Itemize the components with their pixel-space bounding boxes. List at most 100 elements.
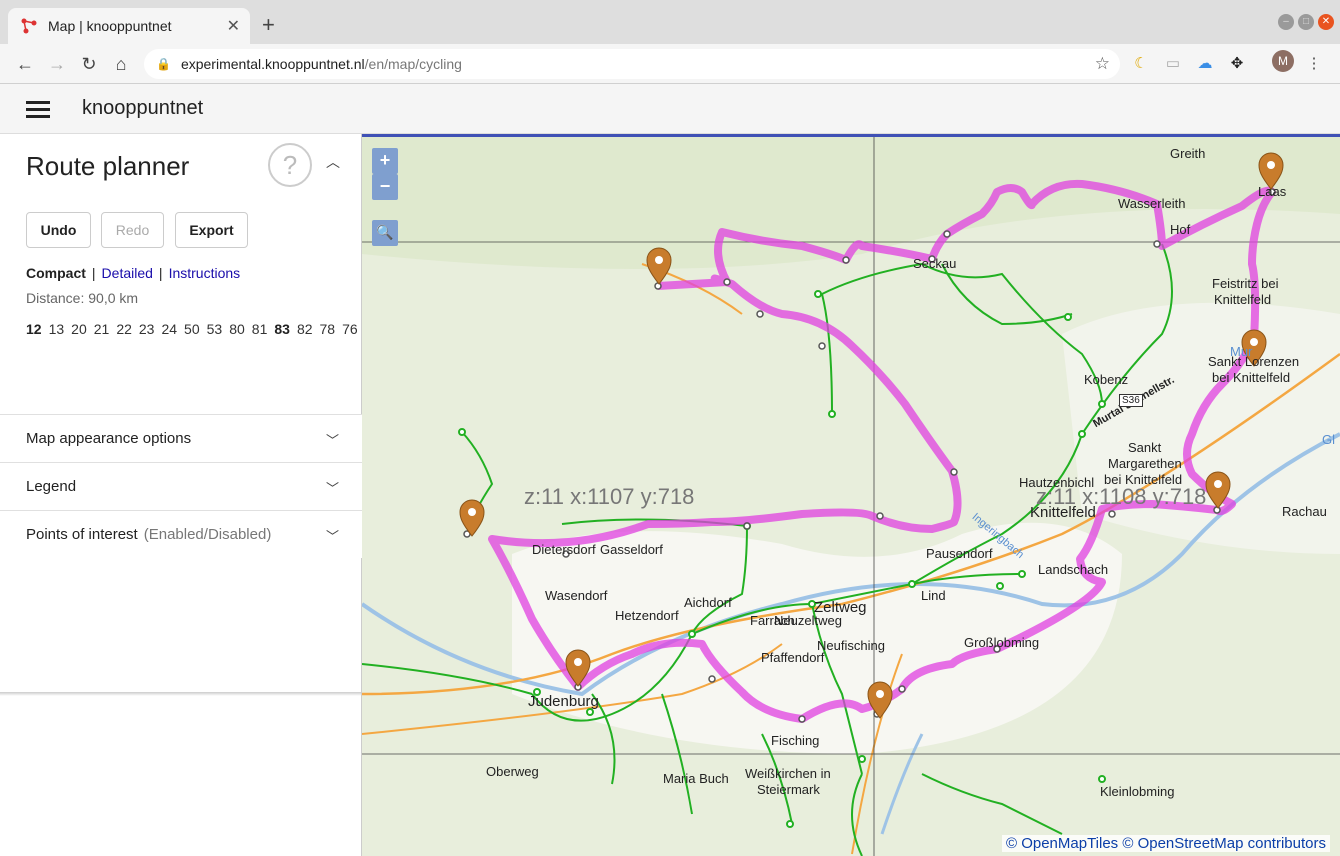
undo-button[interactable]: Undo xyxy=(26,212,91,248)
app-title[interactable]: knooppuntnet xyxy=(82,97,203,120)
compact-view-link[interactable]: Compact xyxy=(26,265,86,281)
lock-icon: 🔒 xyxy=(156,57,171,71)
place-label: Sankt Lorenzen xyxy=(1208,354,1300,369)
road-shield: S36 xyxy=(1119,394,1143,407)
browser-toolbar: ← → ↻ ⌂ 🔒 experimental.knooppuntnet.nl/e… xyxy=(0,44,1340,84)
route-node-number: 53 xyxy=(206,321,223,337)
detailed-view-link[interactable]: Detailed xyxy=(102,265,153,281)
browser-tab[interactable]: Map | knooppuntnet ✕ xyxy=(8,8,250,44)
route-node-number: 80 xyxy=(229,321,245,337)
chevron-up-icon[interactable]: ︿ xyxy=(326,152,340,172)
place-label: Großlobming xyxy=(964,635,1040,650)
map-canvas[interactable]: + − 🔍 z:11 x:1107 y:718 z:11 x:1108 y:71… xyxy=(362,134,1340,856)
route-node-number: 23 xyxy=(138,321,155,337)
place-label: Greith xyxy=(1170,146,1206,161)
place-label: Seckau xyxy=(913,256,957,271)
instructions-view-link[interactable]: Instructions xyxy=(169,265,241,281)
browser-menu-icon[interactable]: ⋮ xyxy=(1304,54,1324,74)
route-node-number: 13 xyxy=(48,321,65,337)
route-node-number: 22 xyxy=(116,321,132,337)
route-node-number: 24 xyxy=(161,321,178,337)
route-node-number: 76 xyxy=(342,321,358,337)
new-tab-icon[interactable]: + xyxy=(262,12,275,38)
place-label: Wasendorf xyxy=(545,588,608,603)
place-label: Fisching xyxy=(771,733,820,748)
place-label: Dietersdorf xyxy=(532,542,596,557)
place-label: Hof xyxy=(1170,222,1191,237)
browser-titlebar: Map | knooppuntnet ✕ + – □ ✕ xyxy=(0,0,1340,44)
hamburger-menu-icon[interactable] xyxy=(26,101,50,119)
place-label: Gl xyxy=(1322,432,1335,447)
maximize-window-icon[interactable]: □ xyxy=(1298,14,1314,30)
redo-button[interactable]: Redo xyxy=(101,212,164,248)
tab-title: Map | knooppuntnet xyxy=(48,18,172,34)
chevron-down-icon: ﹀ xyxy=(326,529,340,544)
place-label: Steiermark xyxy=(757,782,820,797)
bookmark-star-icon[interactable]: ☆ xyxy=(1095,54,1110,74)
place-label: Feistritz bei xyxy=(1212,276,1279,291)
dark-extension-icon[interactable]: ✥ xyxy=(1227,54,1247,74)
zoom-out-button[interactable]: − xyxy=(372,174,398,200)
place-label: Hetzendorf xyxy=(615,608,679,623)
place-label: bei Knittelfeld xyxy=(1104,472,1183,487)
place-label: bei Knittelfeld xyxy=(1212,370,1291,385)
place-label: Hautzenbichl xyxy=(1019,475,1095,490)
place-label: Sankt xyxy=(1128,440,1162,455)
knooppuntnet-favicon-icon xyxy=(21,18,37,34)
route-node-number: 78 xyxy=(319,321,336,337)
plan-view-switch: Compact | Detailed | Instructions xyxy=(26,265,241,281)
chevron-down-icon: ﹀ xyxy=(326,481,340,496)
node-list: 1213202122232450538081838278767574706665… xyxy=(26,319,900,339)
close-window-icon[interactable]: ✕ xyxy=(1318,14,1334,30)
route-node-number: 12 xyxy=(26,321,42,337)
map-appearance-section[interactable]: Map appearance options ﹀ xyxy=(0,414,362,462)
reload-icon[interactable]: ↻ xyxy=(77,52,101,76)
route-distance: Distance: 90,0 km xyxy=(26,290,139,306)
route-planner-sidebar: Route planner ? ︿ Undo Redo Export Compa… xyxy=(0,134,900,856)
tab-close-icon[interactable]: ✕ xyxy=(227,16,240,36)
place-label: Neufisching xyxy=(817,638,885,653)
profile-avatar[interactable]: M xyxy=(1272,50,1294,72)
river-label: Mur xyxy=(1230,344,1253,359)
place-label: Pausendorf xyxy=(926,546,993,561)
app-header: knooppuntnet xyxy=(0,84,1340,134)
route-planner-title: Route planner xyxy=(26,151,190,181)
chevron-down-icon: ﹀ xyxy=(326,433,340,448)
minimize-window-icon[interactable]: – xyxy=(1278,14,1294,30)
place-label: Lind xyxy=(921,588,946,603)
forward-icon[interactable]: → xyxy=(45,52,69,76)
place-label: Landschach xyxy=(1038,562,1109,577)
route-node-number: 82 xyxy=(296,321,313,337)
place-label: Margarethen xyxy=(1108,456,1182,471)
route-node-number: 21 xyxy=(93,321,110,337)
place-label: Gasseldorf xyxy=(600,542,663,557)
route-node-number: 20 xyxy=(71,321,87,337)
url-text: experimental.knooppuntnet.nl/en/map/cycl… xyxy=(180,56,462,72)
place-label: Oberweg xyxy=(486,764,539,779)
night-mode-extension-icon[interactable]: ☾ xyxy=(1131,54,1151,74)
route-node-number: 83 xyxy=(274,321,290,337)
place-label: Neuzeltweg xyxy=(774,613,842,628)
route-node-number: 50 xyxy=(184,321,200,337)
home-icon[interactable]: ⌂ xyxy=(109,52,133,76)
address-bar[interactable]: 🔒 experimental.knooppuntnet.nl/en/map/cy… xyxy=(144,49,1120,79)
export-button[interactable]: Export xyxy=(175,212,248,248)
legend-section[interactable]: Legend ﹀ xyxy=(0,462,362,510)
map-attribution[interactable]: © OpenMapTiles © OpenStreetMap contribut… xyxy=(1001,835,1330,852)
place-label: Wasserleith xyxy=(1118,196,1186,211)
place-label: Maria Buch xyxy=(663,771,729,786)
zoom-in-button[interactable]: + xyxy=(372,148,398,174)
cloud-extension-icon[interactable]: ☁ xyxy=(1195,54,1215,74)
points-of-interest-section[interactable]: Points of interest (Enabled/Disabled) ﹀ xyxy=(0,510,362,558)
place-label: Knittelfeld xyxy=(1214,292,1272,307)
place-label: Aichdorf xyxy=(684,595,732,610)
back-icon[interactable]: ← xyxy=(13,52,37,76)
place-label: Kobenz xyxy=(1084,372,1129,387)
extension-icon[interactable]: ▭ xyxy=(1163,54,1183,74)
route-node-number: 81 xyxy=(251,321,268,337)
zoom-search-icon[interactable]: 🔍 xyxy=(372,220,398,246)
place-label: Rachau xyxy=(1282,504,1327,519)
help-icon[interactable]: ? xyxy=(268,143,312,187)
place-label: Pfaffendorf xyxy=(761,650,825,665)
place-label: Judenburg xyxy=(528,693,599,710)
